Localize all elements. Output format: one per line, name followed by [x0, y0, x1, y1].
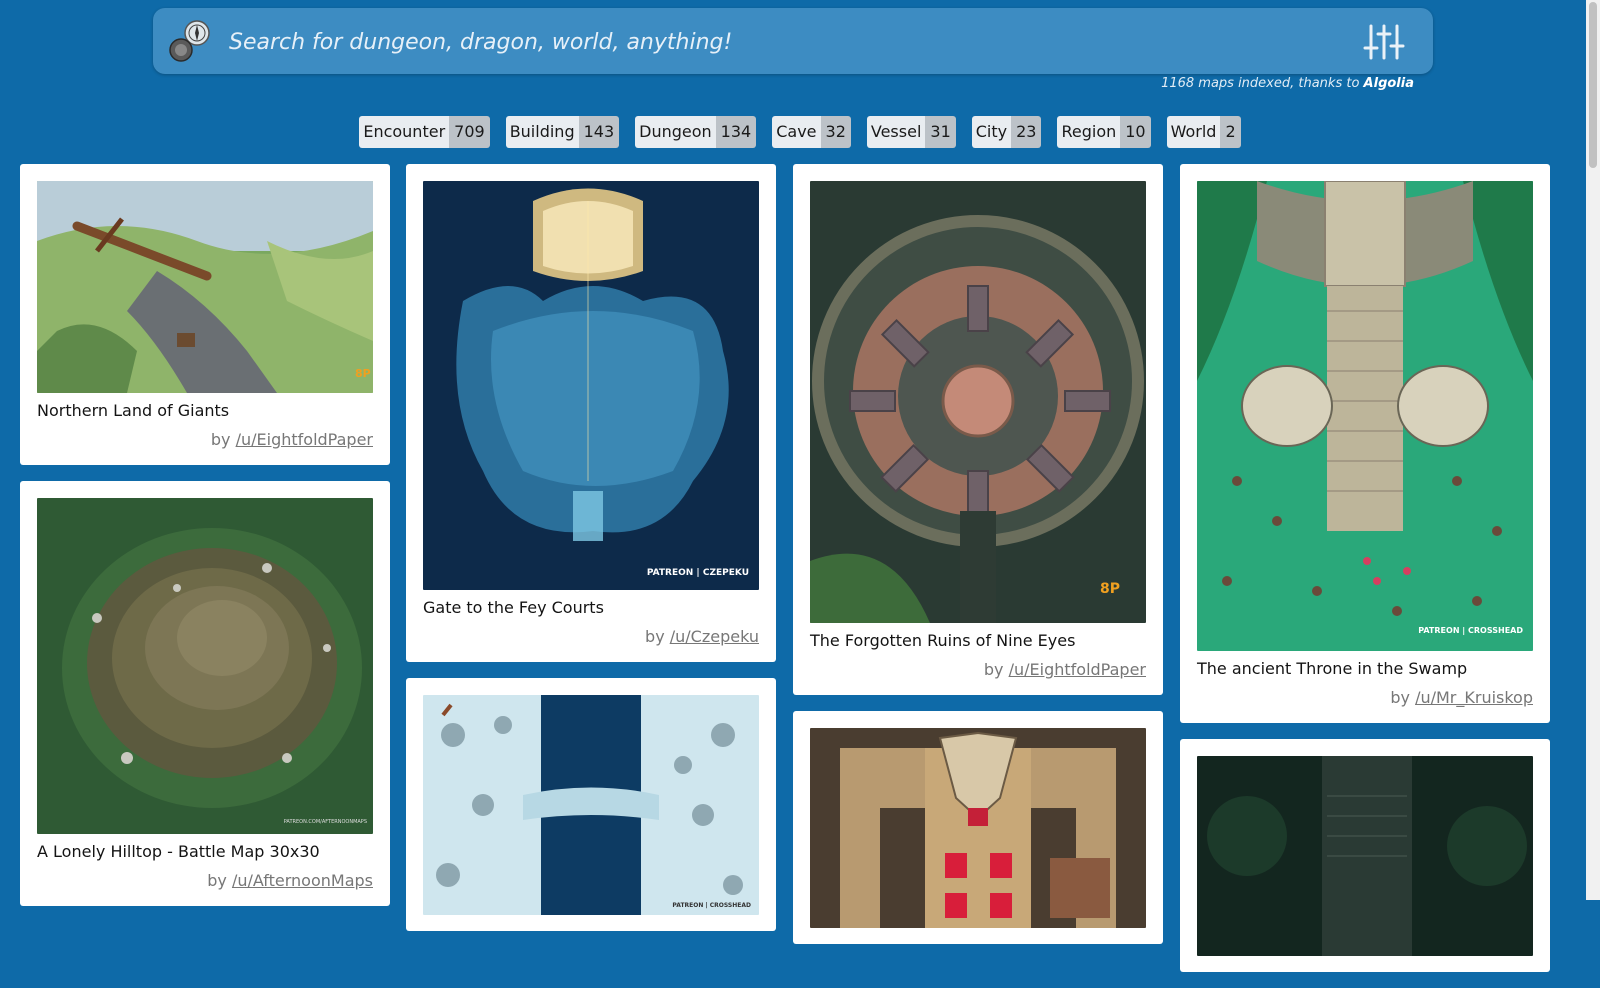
author-link[interactable]: /u/Czepeku [670, 627, 759, 646]
map-card [1180, 739, 1550, 972]
index-note-text: 1168 maps indexed, thanks to [1161, 76, 1364, 91]
chip-region[interactable]: Region 10 [1057, 116, 1151, 148]
map-column-3: 8P The Forgotten Ruins of Nine Eyes by /… [793, 164, 1163, 960]
chip-cave[interactable]: Cave 32 [772, 116, 851, 148]
category-filters: Encounter 709 Building 143 Dungeon 134 Cave… [0, 116, 1600, 148]
map-card: 8P The Forgotten Ruins of Nine Eyes by /… [793, 164, 1163, 695]
map-column-4: PATREON | CROSSHEAD The ancient Throne i… [1180, 164, 1550, 988]
search-input[interactable] [227, 20, 1301, 64]
chip-count: 31 [925, 116, 956, 148]
chip-count: 10 [1120, 116, 1151, 148]
chip-count: 709 [449, 116, 490, 148]
chip-count: 23 [1011, 116, 1042, 148]
by-label: by [1390, 688, 1416, 707]
map-column-2: PATREON | CZEPEKU Gate to the Fey Courts… [406, 164, 776, 947]
map-thumbnail[interactable]: PATREON | CROSSHEAD [1197, 181, 1533, 651]
search-bar [153, 8, 1433, 74]
map-watermark: 8P [1100, 581, 1120, 597]
map-card: PATREON | CZEPEKU Gate to the Fey Courts… [406, 164, 776, 662]
map-author: by /u/EightfoldPaper [810, 660, 1146, 679]
map-title: The Forgotten Ruins of Nine Eyes [810, 631, 1076, 650]
map-thumbnail[interactable]: PATREON | CROSSHEAD [423, 695, 759, 915]
author-link[interactable]: /u/Mr_Kruiskop [1415, 688, 1533, 707]
map-author: by /u/Mr_Kruiskop [1197, 688, 1533, 707]
map-thumbnail[interactable] [810, 728, 1146, 928]
map-title: Gate to the Fey Courts [423, 598, 604, 617]
chip-count: 143 [578, 116, 620, 148]
chip-world[interactable]: World 2 [1166, 116, 1241, 148]
map-card: 8P Northern Land of Giants by /u/Eightfo… [20, 164, 390, 465]
map-thumbnail[interactable]: PATREON.COM/AFTERNOONMAPS [37, 498, 373, 834]
map-card [793, 711, 1163, 944]
scrollbar-thumb[interactable] [1589, 2, 1597, 168]
author-link[interactable]: /u/EightfoldPaper [1009, 660, 1146, 679]
chip-label: Vessel [866, 116, 926, 148]
chip-label: Encounter [359, 116, 450, 148]
chip-dungeon[interactable]: Dungeon 134 [635, 116, 757, 148]
chip-label: Region [1057, 116, 1121, 148]
filter-sliders-icon[interactable] [1363, 22, 1405, 62]
chip-count: 134 [715, 116, 757, 148]
map-watermark: PATREON | CZEPEKU [647, 568, 749, 578]
chip-city[interactable]: City 23 [971, 116, 1042, 148]
map-card: PATREON | CROSSHEAD The ancient Throne i… [1180, 164, 1550, 723]
compass-logo-icon [169, 20, 210, 62]
map-watermark: 8P [355, 367, 371, 380]
map-title: The ancient Throne in the Swamp [1197, 659, 1468, 678]
map-watermark: PATREON | CROSSHEAD [672, 902, 751, 909]
chip-encounter[interactable]: Encounter 709 [359, 116, 490, 148]
by-label: by [207, 871, 232, 890]
chip-label: World [1166, 116, 1221, 148]
chip-building[interactable]: Building 143 [505, 116, 620, 148]
chip-vessel[interactable]: Vessel 31 [866, 116, 956, 148]
map-card: PATREON.COM/AFTERNOONMAPS A Lonely Hillt… [20, 481, 390, 906]
by-label: by [645, 627, 670, 646]
map-author: by /u/EightfoldPaper [37, 430, 373, 449]
chip-label: Building [505, 116, 579, 148]
chip-count: 2 [1220, 116, 1241, 148]
by-label: by [983, 660, 1009, 679]
map-title: Northern Land of Giants [37, 401, 230, 420]
map-watermark: PATREON | CROSSHEAD [1418, 626, 1523, 635]
chip-count: 32 [820, 116, 851, 148]
map-title: A Lonely Hilltop - Battle Map 30x30 [37, 842, 320, 861]
chip-label: Dungeon [635, 116, 716, 148]
map-thumbnail[interactable] [1197, 756, 1533, 956]
map-card: PATREON | CROSSHEAD [406, 678, 776, 931]
by-label: by [210, 430, 236, 449]
map-thumbnail[interactable]: 8P [37, 181, 373, 393]
chip-label: City [971, 116, 1012, 148]
scrollbar[interactable] [1586, 0, 1600, 900]
algolia-link[interactable]: Algolia [1364, 76, 1414, 91]
map-author: by /u/AfternoonMaps [37, 871, 373, 890]
map-watermark: PATREON.COM/AFTERNOONMAPS [284, 819, 367, 825]
author-link[interactable]: /u/EightfoldPaper [236, 430, 373, 449]
map-thumbnail[interactable]: PATREON | CZEPEKU [423, 181, 759, 590]
map-column-1: 8P Northern Land of Giants by /u/Eightfo… [20, 164, 390, 922]
map-author: by /u/Czepeku [423, 627, 759, 646]
chip-label: Cave [772, 116, 821, 148]
map-thumbnail[interactable]: 8P [810, 181, 1146, 623]
author-link[interactable]: /u/AfternoonMaps [232, 871, 373, 890]
index-note: 1168 maps indexed, thanks to Algolia [1161, 76, 1414, 91]
